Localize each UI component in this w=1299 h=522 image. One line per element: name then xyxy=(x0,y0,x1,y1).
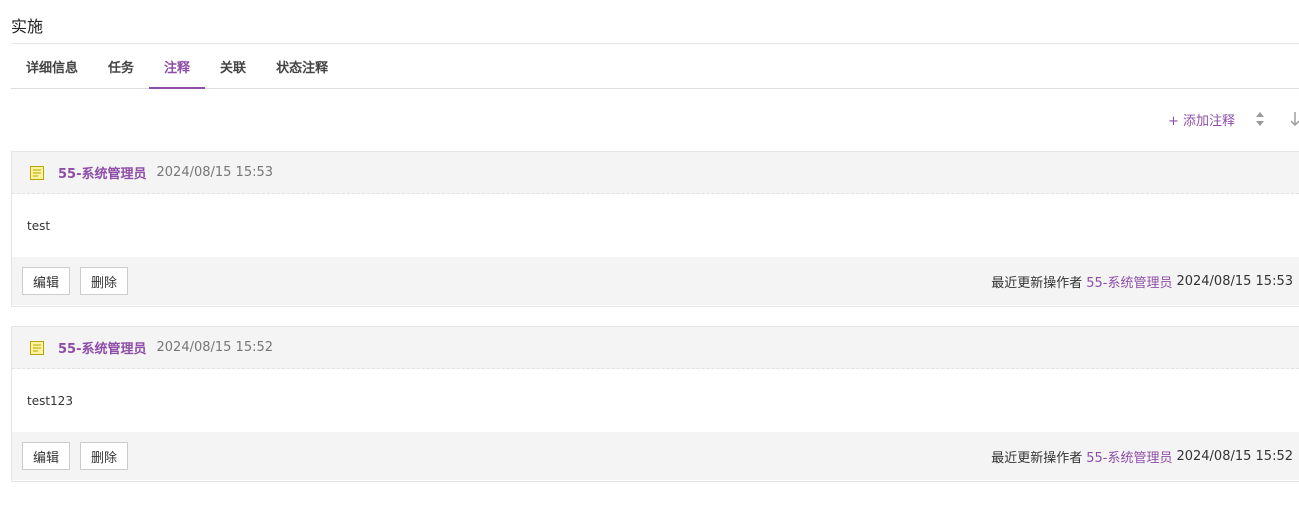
note-icon xyxy=(29,340,45,356)
note-card: 55-系统管理员 2024/08/15 15:53 test 编辑 删除 最近更… xyxy=(11,151,1299,307)
note-author[interactable]: 55-系统管理员 xyxy=(58,338,147,357)
note-header: 55-系统管理员 2024/08/15 15:53 xyxy=(12,152,1299,194)
arrow-down-icon[interactable] xyxy=(1289,109,1299,129)
note-update-info: 最近更新操作者 55-系统管理员 2024/08/15 15:53 xyxy=(991,257,1293,305)
notes-toolbar: + 添加注释 xyxy=(1168,108,1299,130)
note-content: test xyxy=(27,218,51,233)
edit-button[interactable]: 编辑 xyxy=(22,442,71,470)
tab-notes[interactable]: 注释 xyxy=(149,50,206,89)
updated-by-label: 最近更新操作者 xyxy=(991,275,1083,291)
note-footer: 编辑 删除 最近更新操作者 55-系统管理员 2024/08/15 15:52 xyxy=(12,432,1299,480)
note-time: 2024/08/15 15:52 xyxy=(156,340,274,355)
updated-by-user[interactable]: 55-系统管理员 xyxy=(1086,272,1172,291)
note-header: 55-系统管理员 2024/08/15 15:52 xyxy=(12,327,1299,369)
delete-button[interactable]: 删除 xyxy=(80,267,129,295)
note-author[interactable]: 55-系统管理员 xyxy=(58,163,147,182)
note-time: 2024/08/15 15:53 xyxy=(156,165,274,180)
tab-details[interactable]: 详细信息 xyxy=(11,50,93,88)
delete-button[interactable]: 删除 xyxy=(80,442,129,470)
note-content: test123 xyxy=(27,393,73,408)
note-icon xyxy=(29,165,45,181)
updated-time: 2024/08/15 15:53 xyxy=(1176,273,1293,289)
title-divider xyxy=(11,43,1299,44)
add-note-button[interactable]: + 添加注释 xyxy=(1168,110,1235,129)
note-card: 55-系统管理员 2024/08/15 15:52 test123 编辑 删除 … xyxy=(11,326,1299,482)
note-update-info: 最近更新操作者 55-系统管理员 2024/08/15 15:52 xyxy=(991,432,1293,480)
updated-time: 2024/08/15 15:52 xyxy=(1176,448,1293,464)
note-footer: 编辑 删除 最近更新操作者 55-系统管理员 2024/08/15 15:53 xyxy=(12,257,1299,305)
tab-tasks[interactable]: 任务 xyxy=(93,50,149,88)
edit-button[interactable]: 编辑 xyxy=(22,267,71,295)
updated-by-label: 最近更新操作者 xyxy=(991,450,1083,466)
updated-by-user[interactable]: 55-系统管理员 xyxy=(1086,447,1172,466)
page-title: 实施 xyxy=(11,17,44,36)
tab-bar: 详细信息 任务 注释 关联 状态注释 xyxy=(11,50,1299,89)
tab-relations[interactable]: 关联 xyxy=(205,50,261,88)
tab-status-notes[interactable]: 状态注释 xyxy=(261,50,343,88)
sort-updown-icon[interactable] xyxy=(1253,109,1267,129)
